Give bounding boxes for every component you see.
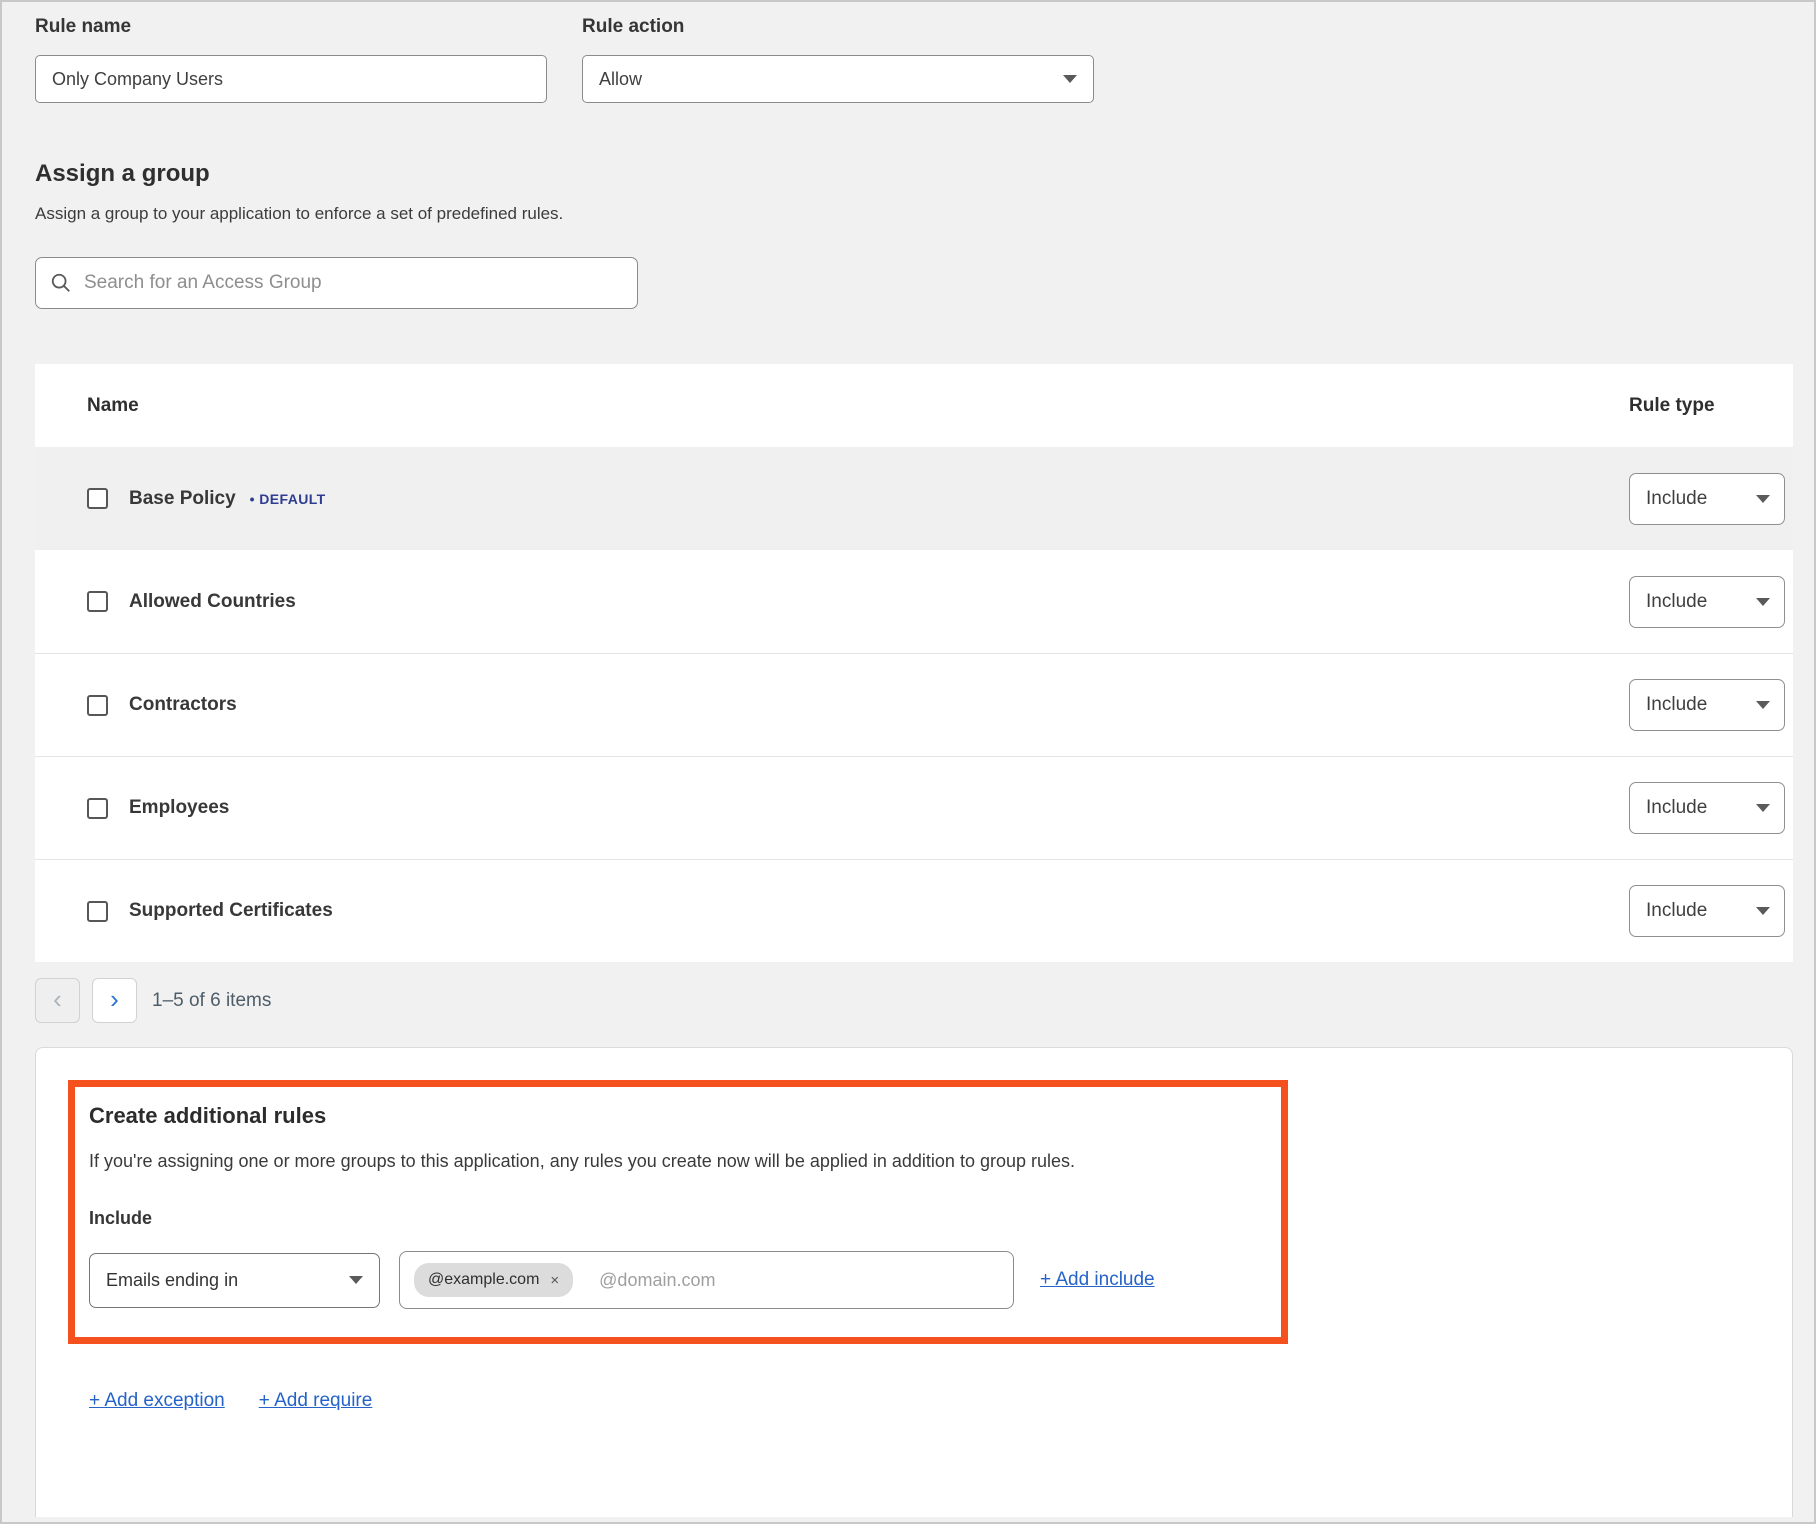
row-rule-type-cell: Include xyxy=(1629,885,1793,937)
rule-name-input[interactable] xyxy=(35,55,547,103)
row-rule-type-cell: Include xyxy=(1629,679,1793,731)
search-input[interactable] xyxy=(84,272,623,294)
table-row: Base Policy • DEFAULT Include xyxy=(35,447,1793,550)
row-rule-type-cell: Include xyxy=(1629,576,1793,628)
pagination: ‹ › 1–5 of 6 items xyxy=(35,978,1793,1023)
remove-chip-icon[interactable]: × xyxy=(550,1272,559,1289)
default-badge: • DEFAULT xyxy=(250,491,326,507)
group-name: Allowed Countries xyxy=(129,591,296,613)
rule-type-select[interactable]: Include xyxy=(1629,782,1785,834)
assign-group-heading: Assign a group xyxy=(35,160,1793,188)
access-group-search[interactable] xyxy=(35,257,638,309)
include-rule-row: Emails ending in @example.com × @domain.… xyxy=(89,1251,1257,1309)
add-require-link[interactable]: + Add require xyxy=(259,1390,373,1412)
chevron-down-icon xyxy=(1756,907,1770,915)
rule-action-value: Allow xyxy=(599,69,642,90)
row-name-cell: Base Policy • DEFAULT xyxy=(87,488,1629,510)
assign-group-description: Assign a group to your application to en… xyxy=(35,204,1793,224)
chevron-down-icon xyxy=(1756,598,1770,606)
pagination-status: 1–5 of 6 items xyxy=(152,990,271,1012)
group-name: Contractors xyxy=(129,694,237,716)
next-page-button[interactable]: › xyxy=(92,978,137,1023)
previous-page-button[interactable]: ‹ xyxy=(35,978,80,1023)
highlight-outline: Create additional rules If you're assign… xyxy=(68,1080,1288,1344)
row-name-cell: Employees xyxy=(87,797,1629,819)
additional-rules-card: Create additional rules If you're assign… xyxy=(35,1047,1793,1517)
table-row: Allowed Countries Include xyxy=(35,550,1793,653)
rule-type-select[interactable]: Include xyxy=(1629,473,1785,525)
add-include-link[interactable]: + Add include xyxy=(1040,1269,1155,1291)
rule-type-value: Include xyxy=(1646,797,1707,819)
column-header-rule-type: Rule type xyxy=(1629,395,1793,417)
rule-type-value: Include xyxy=(1646,694,1707,716)
rule-type-value: Include xyxy=(1646,488,1707,510)
group-name: Employees xyxy=(129,797,229,819)
search-icon xyxy=(50,272,72,294)
chevron-down-icon xyxy=(1756,495,1770,503)
row-checkbox[interactable] xyxy=(87,695,108,716)
rule-action-select[interactable]: Allow xyxy=(582,55,1094,103)
rule-type-select[interactable]: Include xyxy=(1629,576,1785,628)
policy-form-page: Rule name Rule action Allow Assign a gro… xyxy=(2,2,1814,1517)
row-rule-type-cell: Include xyxy=(1629,473,1793,525)
row-name-cell: Supported Certificates xyxy=(87,900,1629,922)
row-name-cell: Allowed Countries xyxy=(87,591,1629,613)
group-name: Base Policy xyxy=(129,488,236,510)
chevron-left-icon: ‹ xyxy=(53,986,62,1012)
rule-type-select[interactable]: Include xyxy=(1629,885,1785,937)
footer-links: + Add exception + Add require xyxy=(89,1390,1760,1412)
table-row: Employees Include xyxy=(35,756,1793,859)
chevron-right-icon: › xyxy=(110,986,119,1012)
column-header-name: Name xyxy=(87,395,1629,417)
add-exception-link[interactable]: + Add exception xyxy=(89,1390,225,1412)
domains-input[interactable]: @example.com × @domain.com xyxy=(399,1251,1014,1309)
rule-name-label: Rule name xyxy=(35,16,547,38)
chevron-down-icon xyxy=(349,1276,363,1284)
domain-chip: @example.com × xyxy=(414,1263,573,1297)
access-groups-table: Name Rule type Base Policy • DEFAULT Inc… xyxy=(35,364,1793,962)
row-checkbox[interactable] xyxy=(87,901,108,922)
row-checkbox[interactable] xyxy=(87,798,108,819)
row-name-cell: Contractors xyxy=(87,694,1629,716)
rule-name-field: Rule name xyxy=(35,16,547,103)
chevron-down-icon xyxy=(1063,75,1077,83)
rule-header-form: Rule name Rule action Allow xyxy=(35,16,1793,103)
condition-select[interactable]: Emails ending in xyxy=(89,1253,380,1308)
table-row: Contractors Include xyxy=(35,653,1793,756)
chevron-down-icon xyxy=(1756,804,1770,812)
rule-type-value: Include xyxy=(1646,591,1707,613)
row-rule-type-cell: Include xyxy=(1629,782,1793,834)
include-label: Include xyxy=(89,1208,1257,1229)
table-row: Supported Certificates Include xyxy=(35,859,1793,962)
additional-rules-description: If you're assigning one or more groups t… xyxy=(89,1151,1257,1172)
domain-chip-label: @example.com xyxy=(428,1271,539,1289)
chevron-down-icon xyxy=(1756,701,1770,709)
row-checkbox[interactable] xyxy=(87,591,108,612)
condition-value: Emails ending in xyxy=(106,1270,238,1291)
row-checkbox[interactable] xyxy=(87,488,108,509)
rule-type-select[interactable]: Include xyxy=(1629,679,1785,731)
table-header: Name Rule type xyxy=(35,364,1793,447)
rule-action-field: Rule action Allow xyxy=(582,16,1094,103)
rule-type-value: Include xyxy=(1646,900,1707,922)
group-name: Supported Certificates xyxy=(129,900,333,922)
additional-rules-heading: Create additional rules xyxy=(89,1103,1257,1129)
rule-action-label: Rule action xyxy=(582,16,1094,38)
domain-input-placeholder: @domain.com xyxy=(599,1270,715,1291)
